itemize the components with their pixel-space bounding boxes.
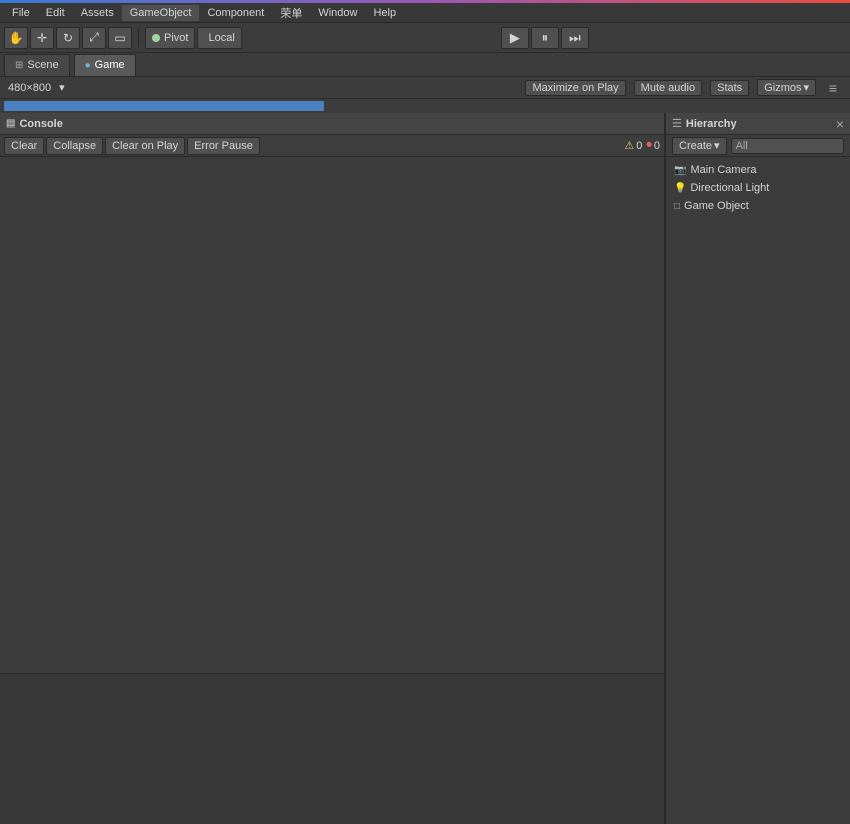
tab-game[interactable]: ● Game [74, 54, 136, 76]
console-messages-area[interactable] [0, 157, 664, 674]
directional-light-label: Directional Light [690, 182, 769, 194]
view-tabs-row: ⊞ Scene ● Game [0, 53, 850, 77]
gizmos-btn[interactable]: Gizmos ▾ [757, 79, 816, 96]
play-button[interactable]: ▶ [501, 27, 529, 49]
console-toolbar: Clear Collapse Clear on Play Error Pause… [0, 135, 664, 157]
main-camera-label: Main Camera [690, 164, 756, 176]
hierarchy-body: 📷 Main Camera 💡 Directional Light □ Game… [666, 157, 850, 824]
resolution-label: 480×800 [8, 82, 51, 94]
console-title-group: ▤ Console [6, 118, 63, 130]
console-panel: ▤ Console Clear Collapse Clear on Play E… [0, 113, 665, 824]
scene-tab-label: Scene [27, 59, 58, 71]
menu-bar: File Edit Assets GameObject Component 荣单… [0, 3, 850, 23]
play-controls: ▶ ⏸ ⏭ [501, 27, 589, 49]
game-tab-label: Game [95, 59, 125, 71]
warning-count: 0 [636, 140, 642, 152]
error-pause-button[interactable]: Error Pause [187, 137, 260, 155]
game-object-label: Game Object [684, 200, 749, 212]
loading-bar [4, 101, 324, 111]
stats-btn[interactable]: Stats [710, 80, 749, 96]
toolbar-separator-1 [138, 29, 139, 47]
toolbar: ✋ ✛ ↻ ⤢ ▭ Pivot Local ▶ ⏸ ⏭ [0, 23, 850, 53]
local-label: Local [208, 32, 234, 44]
hierarchy-item-main-camera[interactable]: 📷 Main Camera [666, 161, 850, 179]
console-badges: ⚠ 0 ⏺ 0 [624, 139, 660, 152]
hierarchy-icon: ☰ [672, 117, 682, 130]
mute-audio-btn[interactable]: Mute audio [634, 80, 702, 96]
warning-icon: ⚠ [624, 139, 634, 152]
pivot-toggle[interactable]: Pivot [145, 27, 195, 49]
light-icon: 💡 [674, 183, 686, 194]
menu-assets[interactable]: Assets [73, 5, 122, 21]
hierarchy-item-game-object[interactable]: □ Game Object [666, 197, 850, 215]
hierarchy-search[interactable]: All [731, 138, 844, 154]
console-header: ▤ Console [0, 113, 664, 135]
create-dropdown-icon: ▾ [714, 139, 720, 152]
console-detail-area[interactable] [0, 674, 664, 824]
maximize-on-play-btn[interactable]: Maximize on Play [525, 80, 625, 96]
resolution-dropdown-icon[interactable]: ▾ [59, 81, 65, 94]
pause-button[interactable]: ⏸ [531, 27, 559, 49]
hierarchy-title-label: Hierarchy [686, 118, 832, 130]
main-area: ▤ Console Clear Collapse Clear on Play E… [0, 113, 850, 824]
clear-on-play-button[interactable]: Clear on Play [105, 137, 185, 155]
create-button[interactable]: Create ▾ [672, 137, 727, 155]
collapse-button[interactable]: Collapse [46, 137, 103, 155]
hierarchy-toolbar: Create ▾ All [666, 135, 850, 157]
console-title-label: Console [19, 118, 62, 130]
rect-tool-button[interactable]: ▭ [108, 27, 132, 49]
game-tab-icon: ● [85, 60, 91, 71]
pivot-dot [152, 34, 160, 42]
panel-menu-icon[interactable]: ≡ [824, 79, 842, 97]
game-view-bar: 480×800 ▾ Maximize on Play Mute audio St… [0, 77, 850, 99]
hand-tool-button[interactable]: ✋ [4, 27, 28, 49]
error-icon: ⏺ [646, 139, 652, 152]
menu-file[interactable]: File [4, 5, 38, 21]
gizmos-label: Gizmos [764, 82, 801, 94]
error-badge: ⏺ 0 [646, 139, 660, 152]
hierarchy-item-directional-light[interactable]: 💡 Directional Light [666, 179, 850, 197]
menu-help[interactable]: Help [365, 5, 404, 21]
console-body [0, 157, 664, 824]
menu-edit[interactable]: Edit [38, 5, 73, 21]
menu-window[interactable]: Window [310, 5, 365, 21]
hierarchy-panel: ☰ Hierarchy × Create ▾ All 📷 Main Camera… [665, 113, 850, 824]
step-button[interactable]: ⏭ [561, 27, 589, 49]
menu-gameobject[interactable]: GameObject [122, 5, 200, 21]
hierarchy-close-btn[interactable]: × [836, 116, 844, 132]
menu-custom[interactable]: 荣单 [272, 3, 310, 23]
all-label: All [736, 140, 748, 152]
gizmos-dropdown-icon: ▾ [803, 81, 809, 94]
loading-bar-container [0, 99, 850, 113]
tab-scene[interactable]: ⊞ Scene [4, 54, 70, 76]
clear-button[interactable]: Clear [4, 137, 44, 155]
hierarchy-header: ☰ Hierarchy × [666, 113, 850, 135]
error-count: 0 [654, 140, 660, 152]
warning-badge: ⚠ 0 [624, 139, 642, 152]
gameobject-icon: □ [674, 201, 680, 212]
move-tool-button[interactable]: ✛ [30, 27, 54, 49]
local-toggle[interactable]: Local [197, 27, 241, 49]
pivot-label: Pivot [164, 32, 188, 44]
menu-component[interactable]: Component [199, 5, 272, 21]
camera-icon: 📷 [674, 165, 686, 176]
console-icon: ▤ [6, 118, 15, 129]
scene-tab-icon: ⊞ [15, 60, 23, 71]
scale-tool-button[interactable]: ⤢ [82, 27, 106, 49]
create-label: Create [679, 140, 712, 152]
rotate-tool-button[interactable]: ↻ [56, 27, 80, 49]
